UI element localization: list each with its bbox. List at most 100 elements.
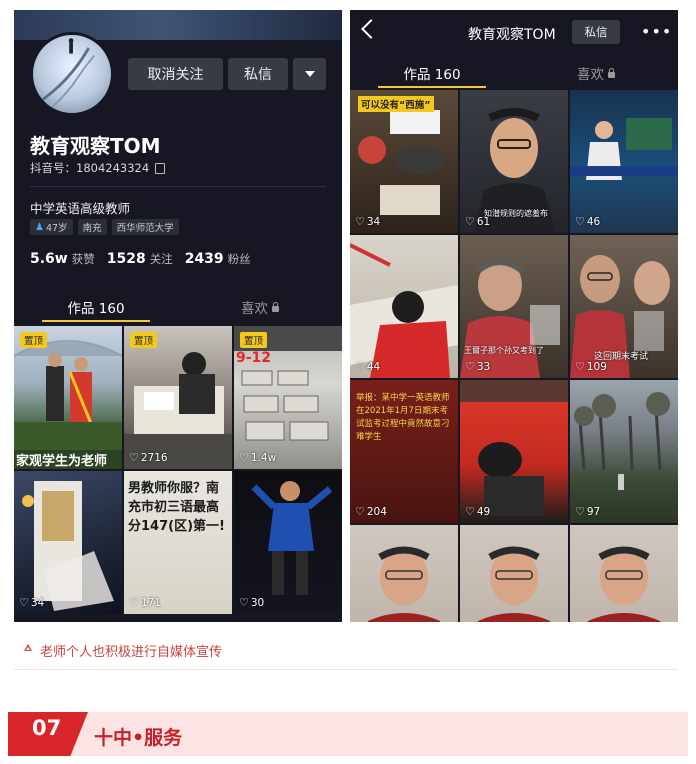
profile-tabs: 作品 160 喜欢 bbox=[14, 292, 342, 322]
tab-likes[interactable]: 喜欢 bbox=[514, 58, 678, 88]
video-likes: ♡ 34 bbox=[19, 596, 44, 609]
triangle-icon bbox=[24, 644, 32, 651]
video-image bbox=[574, 392, 670, 490]
video-thumb[interactable]: 这回期末考试 ♡ 109 bbox=[570, 235, 678, 378]
video-thumb[interactable]: ♡ 46 bbox=[570, 90, 678, 233]
profile-stats: 5.6w 获赞 1528 关注 2439 粉丝 bbox=[30, 248, 251, 267]
video-thumb[interactable]: 置顶 家观学生为老师 bbox=[14, 326, 122, 469]
video-grid: 可以没有“西施” ♡ 34 知潜规则的遮羞布 ♡ 61 ♡ 46 ♡ 44 王爾… bbox=[350, 90, 678, 622]
video-caption: 王爾子那个孙又考到了 bbox=[464, 346, 544, 355]
video-likes: ♡ 33 bbox=[465, 360, 490, 373]
video-likes-count: 171 bbox=[140, 596, 161, 609]
video-overlay-text: 男教师你服？南充市初三语最高分147(区)第一! bbox=[128, 481, 225, 534]
video-likes: ♡ 97 bbox=[575, 505, 600, 518]
caption-text: 老师个人也积极进行自媒体宣传 bbox=[40, 645, 223, 660]
tab-works[interactable]: 作品 160 bbox=[14, 292, 178, 322]
video-likes-count: 109 bbox=[586, 360, 607, 373]
heart-icon: ♡ bbox=[239, 451, 249, 464]
profile-screen-left: 取消关注 私信 教育观察TOM 抖音号：1804243324 中学英语高级教师 … bbox=[14, 10, 342, 622]
video-thumb[interactable]: ♡ 49 bbox=[460, 380, 568, 523]
copy-icon[interactable] bbox=[155, 162, 166, 174]
video-likes-count: 33 bbox=[476, 360, 491, 373]
video-thumb[interactable]: 置顶 9-12 ♡ 1.4w bbox=[234, 326, 342, 469]
back-icon[interactable] bbox=[361, 19, 381, 39]
stat-likes-value: 5.6w bbox=[30, 251, 68, 267]
video-likes-count: 204 bbox=[366, 505, 387, 518]
video-thumb[interactable]: 可以没有“西施” ♡ 34 bbox=[350, 90, 458, 233]
lock-icon bbox=[608, 67, 615, 78]
heart-icon: ♡ bbox=[465, 505, 475, 518]
heart-icon: ♡ bbox=[129, 451, 139, 464]
video-thumb[interactable]: ♡ 34 bbox=[14, 471, 122, 614]
stat-followers-value: 2439 bbox=[184, 251, 224, 267]
stat-likes-label: 获赞 bbox=[71, 252, 95, 266]
tag-school: 西华师范大学 bbox=[111, 219, 179, 235]
pinned-badge: 置顶 bbox=[240, 332, 268, 348]
video-thumb[interactable] bbox=[350, 525, 458, 622]
profile-tabs: 作品 160 喜欢 bbox=[350, 58, 678, 88]
tab-likes[interactable]: 喜欢 bbox=[178, 292, 342, 322]
message-button[interactable]: 私信 bbox=[572, 20, 620, 44]
more-options-button[interactable] bbox=[293, 58, 326, 90]
video-image bbox=[251, 481, 333, 595]
video-likes-count: 97 bbox=[586, 505, 601, 518]
more-dots-icon[interactable]: ••• bbox=[641, 22, 672, 41]
tab-likes-label: 喜欢 bbox=[577, 67, 604, 83]
video-thumb[interactable] bbox=[570, 525, 678, 622]
tag-age: ♟ 47岁 bbox=[30, 219, 73, 235]
video-thumb[interactable]: 置顶 ♡ 2716 bbox=[124, 326, 232, 469]
figure-caption: 老师个人也积极进行自媒体宣传 bbox=[14, 630, 678, 670]
heart-icon: ♡ bbox=[575, 215, 585, 228]
video-thumb[interactable]: 王爾子那个孙又考到了 ♡ 33 bbox=[460, 235, 568, 378]
video-likes: ♡ 46 bbox=[575, 215, 600, 228]
profile-tags: ♟ 47岁 南充 西华师范大学 bbox=[30, 219, 179, 235]
unfollow-button[interactable]: 取消关注 bbox=[128, 58, 223, 90]
video-grid: 置顶 家观学生为老师 置顶 ♡ 2716 置顶 9-12 ♡ 1.4w ♡ 34… bbox=[14, 326, 342, 614]
heart-icon: ♡ bbox=[465, 215, 475, 228]
video-likes: ♡ 1.4w bbox=[239, 451, 276, 464]
video-likes-count: 49 bbox=[476, 505, 491, 518]
profile-screen-right: 教育观察TOM 私信 ••• 作品 160 喜欢 可以没有“西施” ♡ 34 知潜… bbox=[350, 10, 678, 622]
video-likes-count: 34 bbox=[30, 596, 45, 609]
video-image bbox=[460, 380, 568, 516]
video-likes-count: 1.4w bbox=[250, 451, 277, 464]
video-likes-count: 2716 bbox=[140, 451, 168, 464]
video-thumb[interactable]: ♡ 44 bbox=[350, 235, 458, 378]
tab-likes-label: 喜欢 bbox=[241, 301, 268, 317]
profile-name: 教育观察TOM bbox=[30, 134, 161, 158]
message-button[interactable]: 私信 bbox=[228, 58, 288, 90]
stat-followers-label: 粉丝 bbox=[227, 252, 251, 266]
video-image bbox=[367, 546, 441, 622]
pinned-badge: 置顶 bbox=[130, 332, 158, 348]
divider bbox=[30, 186, 326, 187]
video-overlay-text: 可以没有“西施” bbox=[358, 96, 434, 112]
avatar[interactable] bbox=[30, 32, 114, 116]
tab-works[interactable]: 作品 160 bbox=[350, 58, 514, 88]
tag-location: 南充 bbox=[77, 219, 107, 235]
video-image bbox=[570, 118, 678, 180]
douyin-id-text: 抖音号：1804243324 bbox=[30, 161, 150, 175]
video-overlay-text: 家观学生为老师 bbox=[14, 450, 122, 469]
heart-icon: ♡ bbox=[129, 596, 139, 609]
video-likes-count: 30 bbox=[250, 596, 265, 609]
video-likes-count: 44 bbox=[366, 360, 381, 373]
video-thumb[interactable]: ♡ 97 bbox=[570, 380, 678, 523]
video-overlay-text: 举报：某中学一英语教师在2021年1月7日期末考试监考过程中竟然故意刁难学生 bbox=[356, 393, 450, 442]
heart-icon: ♡ bbox=[355, 215, 365, 228]
douyin-id: 抖音号：1804243324 bbox=[30, 160, 166, 176]
person-icon: ♟ bbox=[35, 221, 44, 233]
video-thumb[interactable] bbox=[460, 525, 568, 622]
stat-following[interactable]: 1528 关注 bbox=[107, 248, 173, 267]
stat-likes[interactable]: 5.6w 获赞 bbox=[30, 248, 95, 267]
video-thumb[interactable]: 知潜规则的遮羞布 ♡ 61 bbox=[460, 90, 568, 233]
video-thumb[interactable]: 举报：某中学一英语教师在2021年1月7日期末考试监考过程中竟然故意刁难学生 ♡… bbox=[350, 380, 458, 523]
video-thumb[interactable]: 男教师你服？南充市初三语最高分147(区)第一! ♡ 171 bbox=[124, 471, 232, 614]
video-likes: ♡ 30 bbox=[239, 596, 264, 609]
video-thumb[interactable]: ♡ 30 bbox=[234, 471, 342, 614]
video-image bbox=[350, 243, 458, 378]
video-image bbox=[460, 259, 560, 378]
profile-title: 教育观察TOM bbox=[468, 27, 556, 43]
video-image bbox=[22, 481, 114, 611]
avatar-image bbox=[41, 38, 95, 109]
stat-followers[interactable]: 2439 粉丝 bbox=[185, 248, 251, 267]
